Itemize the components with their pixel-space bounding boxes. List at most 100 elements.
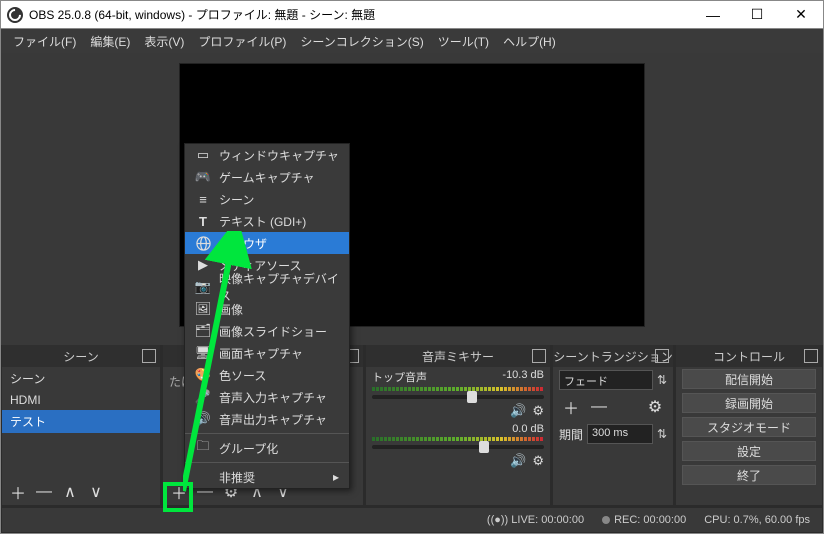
titlebar: OBS 25.0.8 (64-bit, windows) - プロファイル: 無… bbox=[1, 1, 823, 29]
mixer-track: トップ音声-10.3 dB 🔊⚙ bbox=[366, 367, 550, 421]
display-icon: 🖥 bbox=[195, 345, 211, 361]
popout-icon[interactable] bbox=[655, 349, 669, 363]
scene-item[interactable]: HDMI bbox=[2, 390, 160, 410]
transition-select[interactable]: フェード bbox=[559, 370, 653, 390]
text-icon: T bbox=[195, 213, 211, 229]
remove-transition-button[interactable]: — bbox=[587, 396, 611, 418]
source-deprecated[interactable]: 非推奨▸ bbox=[185, 466, 349, 488]
source-browser[interactable]: ブラウザ bbox=[185, 232, 349, 254]
source-display-capture[interactable]: 🖥画面キャプチャ bbox=[185, 342, 349, 364]
controls-body: 配信開始 録画開始 スタジオモード 設定 終了 bbox=[676, 367, 822, 505]
source-slideshow[interactable]: 🗂画像スライドショー bbox=[185, 320, 349, 342]
folder-icon: 🗀 bbox=[195, 440, 211, 456]
start-recording-button[interactable]: 録画開始 bbox=[682, 393, 816, 413]
controls-panel-header: コントロール bbox=[676, 345, 822, 367]
menu-help[interactable]: ヘルプ(H) bbox=[497, 31, 562, 52]
speaker-icon[interactable]: 🔊 bbox=[510, 453, 526, 469]
color-icon: 🎨 bbox=[195, 367, 211, 383]
duration-input[interactable]: 300 ms bbox=[587, 424, 653, 444]
minimize-button[interactable]: — bbox=[691, 1, 735, 28]
popout-icon[interactable] bbox=[532, 349, 546, 363]
start-streaming-button[interactable]: 配信開始 bbox=[682, 369, 816, 389]
source-audio-input[interactable]: 🎤音声入力キャプチャ bbox=[185, 386, 349, 408]
mixer-meter bbox=[372, 437, 544, 441]
scenes-list[interactable]: シーン HDMI テスト bbox=[2, 367, 160, 479]
source-audio-output[interactable]: 🔊音声出力キャプチャ bbox=[185, 408, 349, 430]
separator bbox=[185, 462, 349, 463]
bottom-panels: シーン シーン HDMI テスト ＋ — ∧ ∨ ソース たは ＋ — ⚙ ∧ … bbox=[2, 345, 822, 505]
gear-icon[interactable]: ⚙ bbox=[532, 403, 544, 419]
add-source-context-menu: ▭ウィンドウキャプチャ 🎮ゲームキャプチャ ≡シーン Tテキスト (GDI+) … bbox=[184, 143, 350, 489]
menu-tools[interactable]: ツール(T) bbox=[432, 31, 495, 52]
audio-in-icon: 🎤 bbox=[195, 389, 211, 405]
transition-settings-button[interactable]: ⚙ bbox=[643, 396, 667, 418]
source-scene[interactable]: ≡シーン bbox=[185, 188, 349, 210]
image-icon: 🖼 bbox=[195, 301, 211, 317]
live-status: ((●)) LIVE: 00:00:00 bbox=[487, 514, 584, 526]
speaker-icon[interactable]: 🔊 bbox=[510, 403, 526, 419]
settings-button[interactable]: 設定 bbox=[682, 441, 816, 461]
annotation-highlight bbox=[163, 482, 193, 512]
mixer-meter bbox=[372, 387, 544, 391]
source-game-capture[interactable]: 🎮ゲームキャプチャ bbox=[185, 166, 349, 188]
menu-profile[interactable]: プロファイル(P) bbox=[192, 31, 292, 52]
gear-icon[interactable]: ⚙ bbox=[532, 453, 544, 469]
slideshow-icon: 🗂 bbox=[195, 323, 211, 339]
rec-status: REC: 00:00:00 bbox=[602, 514, 686, 526]
mixer-volume-slider[interactable] bbox=[372, 395, 544, 399]
transitions-body: フェード ⇅ ＋ — ⚙ 期間 300 ms ⇅ bbox=[553, 367, 673, 505]
move-down-button[interactable]: ∨ bbox=[84, 481, 108, 503]
add-transition-button[interactable]: ＋ bbox=[559, 396, 583, 418]
preview-area bbox=[1, 53, 823, 345]
audio-out-icon: 🔊 bbox=[195, 411, 211, 427]
popout-icon[interactable] bbox=[142, 349, 156, 363]
menu-file[interactable]: ファイル(F) bbox=[7, 31, 82, 52]
add-scene-button[interactable]: ＋ bbox=[6, 481, 30, 503]
move-up-button[interactable]: ∧ bbox=[58, 481, 82, 503]
maximize-button[interactable]: ☐ bbox=[735, 1, 779, 28]
window-buttons: — ☐ ✕ bbox=[691, 1, 823, 28]
transitions-panel: シーントランジション フェード ⇅ ＋ — ⚙ 期間 300 ms ⇅ bbox=[553, 345, 673, 505]
controls-panel: コントロール 配信開始 録画開始 スタジオモード 設定 終了 bbox=[676, 345, 822, 505]
mixer-volume-slider[interactable] bbox=[372, 445, 544, 449]
chevron-right-icon: ▸ bbox=[333, 470, 339, 484]
remove-scene-button[interactable]: — bbox=[32, 481, 56, 503]
window-icon: ▭ bbox=[195, 147, 211, 163]
close-button[interactable]: ✕ bbox=[779, 1, 823, 28]
source-color[interactable]: 🎨色ソース bbox=[185, 364, 349, 386]
mixer-panel-header: 音声ミキサー bbox=[366, 345, 550, 367]
globe-icon bbox=[195, 235, 211, 251]
chevron-updown-icon[interactable]: ⇅ bbox=[657, 373, 667, 387]
separator bbox=[185, 433, 349, 434]
scene-icon: ≡ bbox=[195, 191, 211, 207]
chevron-updown-icon[interactable]: ⇅ bbox=[657, 427, 667, 441]
scenes-panel: シーン シーン HDMI テスト ＋ — ∧ ∨ bbox=[2, 345, 160, 505]
menu-edit[interactable]: 編集(E) bbox=[84, 31, 136, 52]
cpu-status: CPU: 0.7%, 60.00 fps bbox=[704, 514, 810, 526]
source-video-capture[interactable]: 📷映像キャプチャデバイス bbox=[185, 276, 349, 298]
scene-item[interactable]: シーン bbox=[2, 367, 160, 390]
game-icon: 🎮 bbox=[195, 169, 211, 185]
transitions-panel-header: シーントランジション bbox=[553, 345, 673, 367]
window-title: OBS 25.0.8 (64-bit, windows) - プロファイル: 無… bbox=[29, 6, 691, 23]
obs-logo-icon bbox=[7, 7, 23, 23]
mixer-body: トップ音声-10.3 dB 🔊⚙ 0.0 dB 🔊⚙ bbox=[366, 367, 550, 505]
scenes-panel-header: シーン bbox=[2, 345, 160, 367]
studio-mode-button[interactable]: スタジオモード bbox=[682, 417, 816, 437]
popout-icon[interactable] bbox=[804, 349, 818, 363]
camera-icon: 📷 bbox=[195, 279, 211, 295]
duration-label: 期間 bbox=[559, 426, 583, 443]
scenes-toolbar: ＋ — ∧ ∨ bbox=[2, 479, 160, 505]
source-window-capture[interactable]: ▭ウィンドウキャプチャ bbox=[185, 144, 349, 166]
play-icon: ▶ bbox=[195, 257, 211, 273]
mixer-track: 0.0 dB 🔊⚙ bbox=[366, 421, 550, 471]
mixer-panel: 音声ミキサー トップ音声-10.3 dB 🔊⚙ 0.0 dB 🔊⚙ bbox=[366, 345, 550, 505]
menu-view[interactable]: 表示(V) bbox=[138, 31, 190, 52]
source-text[interactable]: Tテキスト (GDI+) bbox=[185, 210, 349, 232]
menubar: ファイル(F) 編集(E) 表示(V) プロファイル(P) シーンコレクション(… bbox=[1, 29, 823, 53]
menu-scene-collection[interactable]: シーンコレクション(S) bbox=[294, 31, 429, 52]
exit-button[interactable]: 終了 bbox=[682, 465, 816, 485]
scene-item[interactable]: テスト bbox=[2, 410, 160, 433]
statusbar: ((●)) LIVE: 00:00:00 REC: 00:00:00 CPU: … bbox=[2, 508, 822, 532]
source-group[interactable]: 🗀グループ化 bbox=[185, 437, 349, 459]
